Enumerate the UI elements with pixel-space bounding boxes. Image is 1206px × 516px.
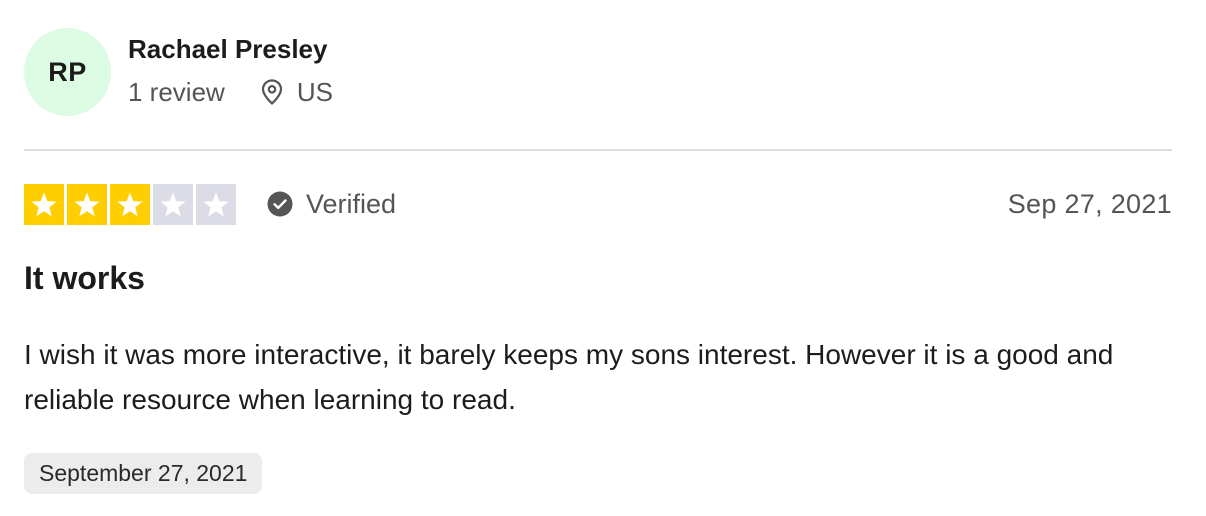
reviewer-name[interactable]: Rachael Presley (128, 32, 333, 66)
avatar[interactable]: RP (24, 28, 111, 116)
star-icon (203, 192, 229, 216)
verified-badge[interactable]: Verified (267, 189, 396, 220)
reviewer-header: RP Rachael Presley 1 review US (24, 28, 333, 116)
reviewer-location: US (296, 77, 333, 107)
star-4 (153, 183, 193, 225)
review-body: I wish it was more interactive, it barel… (24, 339, 1114, 415)
star-1 (24, 183, 64, 225)
star-icon (31, 192, 57, 216)
reviewer-info: Rachael Presley 1 review US (128, 32, 333, 108)
star-icon (160, 192, 186, 216)
star-2 (67, 183, 107, 225)
reviewer-meta: 1 review US (128, 76, 333, 108)
star-icon (74, 192, 100, 216)
star-5 (196, 183, 236, 225)
divider (24, 149, 1172, 151)
check-circle-icon (267, 191, 293, 217)
review-title[interactable]: It works (24, 258, 145, 298)
review-card: RP Rachael Presley 1 review US Verified (0, 0, 1206, 516)
star-icon (117, 192, 143, 216)
date-of-experience-badge: September 27, 2021 (24, 453, 263, 494)
verified-label: Verified (306, 188, 397, 219)
rating-row: Verified Sep 27, 2021 (24, 183, 1172, 225)
star-rating (24, 183, 236, 225)
location-pin-icon (261, 79, 282, 105)
review-count: 1 review (128, 77, 225, 107)
review-date: Sep 27, 2021 (1007, 188, 1172, 219)
star-3 (110, 183, 150, 225)
